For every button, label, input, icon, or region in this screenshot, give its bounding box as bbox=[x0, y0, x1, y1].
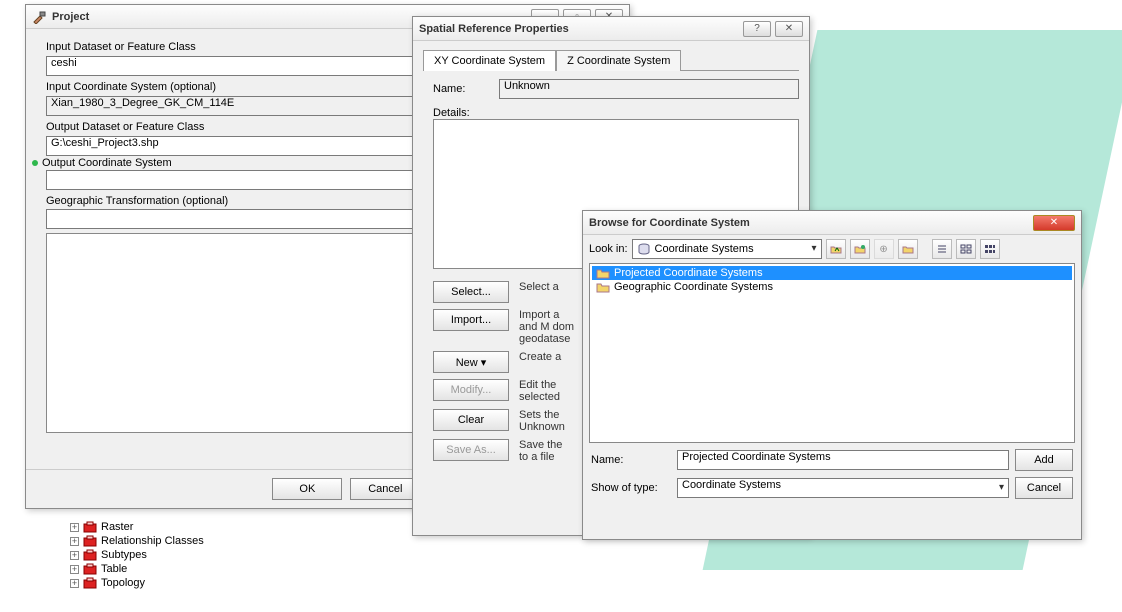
add-button[interactable]: Add bbox=[1015, 449, 1073, 471]
lookin-combo[interactable]: Coordinate Systems bbox=[632, 239, 822, 259]
tree-label: Topology bbox=[101, 577, 145, 589]
catalog-tree: + Raster + Relationship Classes + Subtyp… bbox=[70, 520, 204, 590]
hammer-icon bbox=[32, 10, 46, 24]
new-button[interactable]: New ▾ bbox=[433, 351, 509, 373]
tree-label: Table bbox=[101, 563, 127, 575]
list-item-label: Geographic Coordinate Systems bbox=[614, 281, 773, 293]
folder-icon bbox=[596, 267, 610, 279]
titlebar: Spatial Reference Properties ? ✕ bbox=[413, 17, 809, 41]
thumbnails-view-button[interactable] bbox=[980, 239, 1000, 259]
clear-button[interactable]: Clear bbox=[433, 409, 509, 431]
toolbox-icon bbox=[83, 577, 97, 589]
cancel-button[interactable]: Cancel bbox=[350, 478, 420, 500]
save-as-button: Save As... bbox=[433, 439, 509, 461]
close-button[interactable]: ✕ bbox=[775, 21, 803, 37]
database-icon bbox=[637, 243, 651, 255]
window-title: Spatial Reference Properties bbox=[419, 23, 743, 35]
connect-button: ⊕ bbox=[874, 239, 894, 259]
required-indicator-icon bbox=[32, 160, 38, 166]
tree-item[interactable]: + Topology bbox=[70, 576, 204, 590]
tree-label: Subtypes bbox=[101, 549, 147, 561]
tree-label: Relationship Classes bbox=[101, 535, 204, 547]
toolbox-icon bbox=[83, 535, 97, 547]
show-type-combo[interactable]: Coordinate Systems bbox=[677, 478, 1009, 498]
tree-item[interactable]: + Relationship Classes bbox=[70, 534, 204, 548]
list-view-button[interactable] bbox=[932, 239, 952, 259]
tab-xy-coordinate-system[interactable]: XY Coordinate System bbox=[423, 50, 556, 71]
list-item[interactable]: Projected Coordinate Systems bbox=[592, 266, 1072, 280]
tree-item[interactable]: + Raster bbox=[70, 520, 204, 534]
name-field: Unknown bbox=[499, 79, 799, 99]
tree-item[interactable]: + Subtypes bbox=[70, 548, 204, 562]
help-button[interactable]: ? bbox=[743, 21, 771, 37]
toolbox-icon bbox=[83, 549, 97, 561]
close-button[interactable]: ✕ bbox=[1033, 215, 1075, 231]
expand-icon[interactable]: + bbox=[70, 537, 79, 546]
up-folder-button[interactable] bbox=[826, 239, 846, 259]
expand-icon[interactable]: + bbox=[70, 579, 79, 588]
browse-dialog: Browse for Coordinate System ✕ Look in: … bbox=[582, 210, 1082, 540]
modify-button: Modify... bbox=[433, 379, 509, 401]
select-button[interactable]: Select... bbox=[433, 281, 509, 303]
ok-button[interactable]: OK bbox=[272, 478, 342, 500]
toolbox-icon bbox=[83, 521, 97, 533]
name-field[interactable]: Projected Coordinate Systems bbox=[677, 450, 1009, 470]
output-cs-label: Output Coordinate System bbox=[42, 157, 172, 169]
tree-item[interactable]: + Table bbox=[70, 562, 204, 576]
name-label: Name: bbox=[591, 454, 671, 466]
tree-label: Raster bbox=[101, 521, 133, 533]
home-button[interactable] bbox=[850, 239, 870, 259]
window-title: Browse for Coordinate System bbox=[589, 217, 1033, 229]
expand-icon[interactable]: + bbox=[70, 565, 79, 574]
titlebar: Browse for Coordinate System ✕ bbox=[583, 211, 1081, 235]
expand-icon[interactable]: + bbox=[70, 551, 79, 560]
tab-z-coordinate-system[interactable]: Z Coordinate System bbox=[556, 50, 681, 71]
details-label: Details: bbox=[433, 107, 493, 119]
toolbox-icon bbox=[83, 563, 97, 575]
list-item-label: Projected Coordinate Systems bbox=[614, 267, 763, 279]
new-folder-button[interactable] bbox=[898, 239, 918, 259]
list-item[interactable]: Geographic Coordinate Systems bbox=[592, 280, 1072, 294]
cancel-button[interactable]: Cancel bbox=[1015, 477, 1073, 499]
file-list[interactable]: Projected Coordinate Systems Geographic … bbox=[589, 263, 1075, 443]
name-label: Name: bbox=[433, 83, 493, 95]
details-view-button[interactable] bbox=[956, 239, 976, 259]
show-type-label: Show of type: bbox=[591, 482, 671, 494]
import-button[interactable]: Import... bbox=[433, 309, 509, 331]
lookin-label: Look in: bbox=[589, 243, 628, 255]
folder-icon bbox=[596, 281, 610, 293]
expand-icon[interactable]: + bbox=[70, 523, 79, 532]
